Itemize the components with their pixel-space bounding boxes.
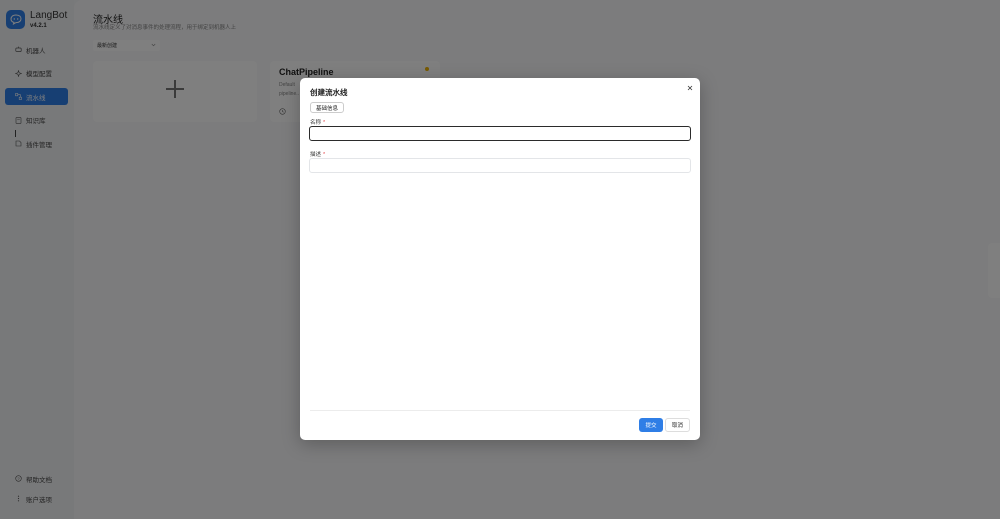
description-input[interactable] [309,158,691,173]
dialog-divider [310,410,690,411]
text-caret [15,130,16,137]
app-root: LangBot v4.2.1 机器人 模型配置 流水线 [0,0,1000,519]
dialog-title: 创建流水线 [310,88,348,97]
name-input[interactable] [309,126,691,141]
name-field-label: 名称 * [310,118,325,126]
description-field-label: 描述 * [310,150,325,158]
submit-button[interactable]: 提交 [639,418,663,432]
close-icon[interactable] [686,84,694,92]
cancel-button[interactable]: 取消 [665,418,690,432]
create-pipeline-dialog: 创建流水线 基础信息 名称 * 描述 * 提交 取消 [300,78,700,440]
tab-basic-info[interactable]: 基础信息 [310,102,345,113]
